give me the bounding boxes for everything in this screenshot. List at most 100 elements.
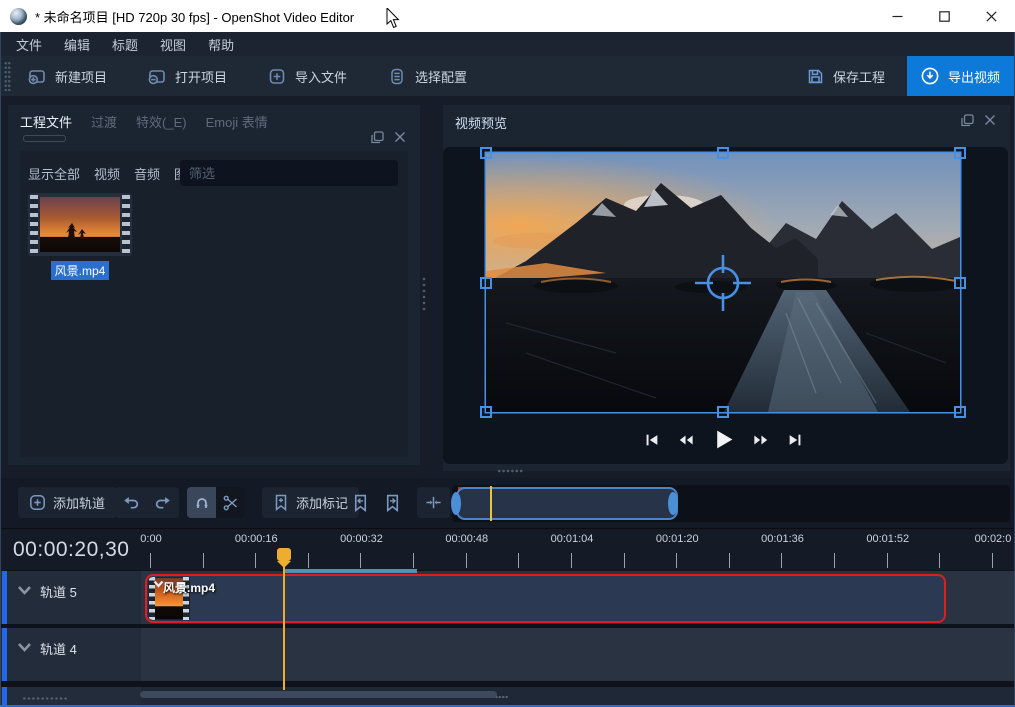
save-project-button[interactable]: 保存工程 — [806, 67, 885, 86]
ruler-tick — [203, 553, 204, 568]
menu-title[interactable]: 标题 — [101, 35, 149, 54]
ruler-label: 0:00 — [140, 533, 161, 545]
transform-handle-left[interactable] — [480, 277, 492, 289]
tab-transitions[interactable]: 过渡 — [91, 112, 117, 131]
undo-button[interactable] — [115, 487, 147, 518]
float-panel-icon[interactable] — [371, 131, 384, 144]
ruler-tick — [781, 553, 782, 568]
open-project-button[interactable]: 打开项目 — [147, 67, 227, 86]
ruler-scale[interactable]: 0:0000:00:1600:00:3200:00:4800:01:0400:0… — [0, 529, 1015, 570]
chevron-down-icon[interactable] — [17, 642, 32, 653]
next-marker-button[interactable] — [380, 491, 404, 515]
transform-handle-bottom-right[interactable] — [954, 406, 966, 418]
close-window-button[interactable] — [968, 0, 1015, 32]
mouse-cursor — [386, 8, 400, 29]
timeline-toolbar: 添加轨道 — [0, 478, 1015, 528]
cache-indicator-bar — [285, 569, 417, 573]
transform-origin-crosshair[interactable] — [687, 247, 759, 319]
razor-tool-button[interactable] — [216, 487, 245, 518]
snap-razor-group — [187, 487, 245, 518]
menu-file[interactable]: 文件 — [5, 35, 53, 54]
menu-help[interactable]: 帮助 — [197, 35, 245, 54]
close-panel-icon[interactable] — [984, 114, 996, 127]
file-item[interactable]: 风景.mp4 — [28, 193, 132, 280]
playhead-line[interactable] — [283, 566, 285, 690]
close-panel-icon[interactable] — [394, 131, 406, 144]
timeline-ruler[interactable]: 00:00:20,30 0:0000:00:1600:00:3200:00:48… — [0, 528, 1015, 570]
choose-profile-icon — [387, 67, 407, 86]
fast-forward-button[interactable] — [752, 432, 770, 448]
timeline-horizontal-scrollbar[interactable] — [140, 691, 497, 698]
filter-video[interactable]: 视频 — [94, 164, 120, 183]
chevron-down-icon[interactable] — [17, 585, 32, 596]
tab-emoji[interactable]: Emoji 表情 — [206, 112, 268, 131]
transform-handle-right[interactable] — [954, 277, 966, 289]
choose-profile-label: 选择配置 — [415, 67, 467, 86]
tab-effects[interactable]: 特效(_E) — [136, 112, 187, 131]
minimize-button[interactable] — [874, 0, 921, 32]
timeline-zoom-slider[interactable] — [452, 485, 1010, 522]
ruler-tick — [887, 553, 888, 568]
menu-bar: 文件 编辑 标题 视图 帮助 — [0, 32, 1015, 56]
import-files-button[interactable]: 导入文件 — [267, 67, 347, 86]
range-handle-right[interactable] — [668, 492, 678, 515]
transform-handle-bottom-left[interactable] — [480, 406, 492, 418]
redo-button[interactable] — [147, 487, 179, 518]
playhead-handle[interactable] — [277, 548, 291, 561]
ruler-label: 00:00:48 — [445, 533, 488, 545]
rewind-button[interactable] — [677, 432, 695, 448]
title-bar[interactable]: * 未命名项目 [HD 720p 30 fps] - OpenShot Vide… — [0, 0, 1015, 32]
ruler-label: 00:01:36 — [761, 533, 804, 545]
add-track-button[interactable]: 添加轨道 — [18, 487, 116, 518]
play-button[interactable] — [712, 428, 735, 451]
track-name: 轨道 5 — [40, 582, 77, 601]
track-4-lane[interactable] — [141, 628, 1015, 681]
new-project-button[interactable]: 新建项目 — [27, 67, 107, 86]
file-thumbnail — [28, 193, 132, 256]
filter-audio[interactable]: 音频 — [134, 164, 160, 183]
add-track-label: 添加轨道 — [53, 493, 105, 512]
export-video-button[interactable]: 导出视频 — [907, 56, 1015, 96]
add-marker-button[interactable]: 添加标记 — [262, 487, 359, 518]
track-row: 轨道 4 — [0, 628, 1015, 681]
maximize-button[interactable] — [921, 0, 968, 32]
vertical-splitter-handle[interactable] — [422, 276, 426, 312]
export-video-icon — [920, 66, 940, 86]
add-marker-icon — [273, 494, 289, 511]
menu-view[interactable]: 视图 — [149, 35, 197, 54]
ruler-tick — [466, 553, 467, 568]
new-project-label: 新建项目 — [55, 67, 107, 86]
openshot-logo-icon — [10, 8, 27, 25]
transform-handle-top-left[interactable] — [480, 147, 492, 159]
transform-handle-top-right[interactable] — [954, 147, 966, 159]
toolbar-drag-handle[interactable] — [4, 61, 11, 91]
ruler-tick — [834, 553, 835, 568]
track-5-header[interactable]: 轨道 5 — [0, 571, 141, 624]
filter-input[interactable] — [180, 160, 398, 186]
float-panel-icon[interactable] — [961, 114, 974, 127]
ruler-tick — [729, 553, 730, 568]
ruler-tick — [308, 553, 309, 568]
save-project-icon — [806, 67, 825, 86]
add-track-icon — [29, 494, 46, 511]
filter-show-all[interactable]: 显示全部 — [28, 164, 80, 183]
tab-project-files[interactable]: 工程文件 — [20, 112, 72, 131]
choose-profile-button[interactable]: 选择配置 — [387, 67, 467, 86]
track-4-header[interactable]: 轨道 4 — [0, 628, 141, 681]
window-controls — [874, 0, 1015, 32]
video-frame[interactable] — [486, 153, 960, 412]
openshot-window: * 未命名项目 [HD 720p 30 fps] - OpenShot Vide… — [0, 0, 1015, 707]
transform-handle-top[interactable] — [717, 147, 729, 159]
tab-bar-scrollbar[interactable] — [23, 135, 66, 142]
menu-edit[interactable]: 编辑 — [53, 35, 101, 54]
export-video-label: 导出视频 — [948, 67, 1000, 86]
horizontal-splitter-handle[interactable] — [497, 469, 523, 473]
timeline-clip[interactable]: 风景.mp4 — [145, 574, 946, 623]
center-on-playhead-button[interactable] — [417, 487, 450, 518]
jump-to-start-button[interactable] — [644, 432, 660, 448]
previous-marker-button[interactable] — [348, 491, 372, 515]
transform-handle-bottom[interactable] — [717, 406, 729, 418]
jump-to-end-button[interactable] — [787, 432, 803, 448]
snapping-toggle-button[interactable] — [187, 487, 216, 518]
range-handle-left[interactable] — [451, 492, 461, 515]
